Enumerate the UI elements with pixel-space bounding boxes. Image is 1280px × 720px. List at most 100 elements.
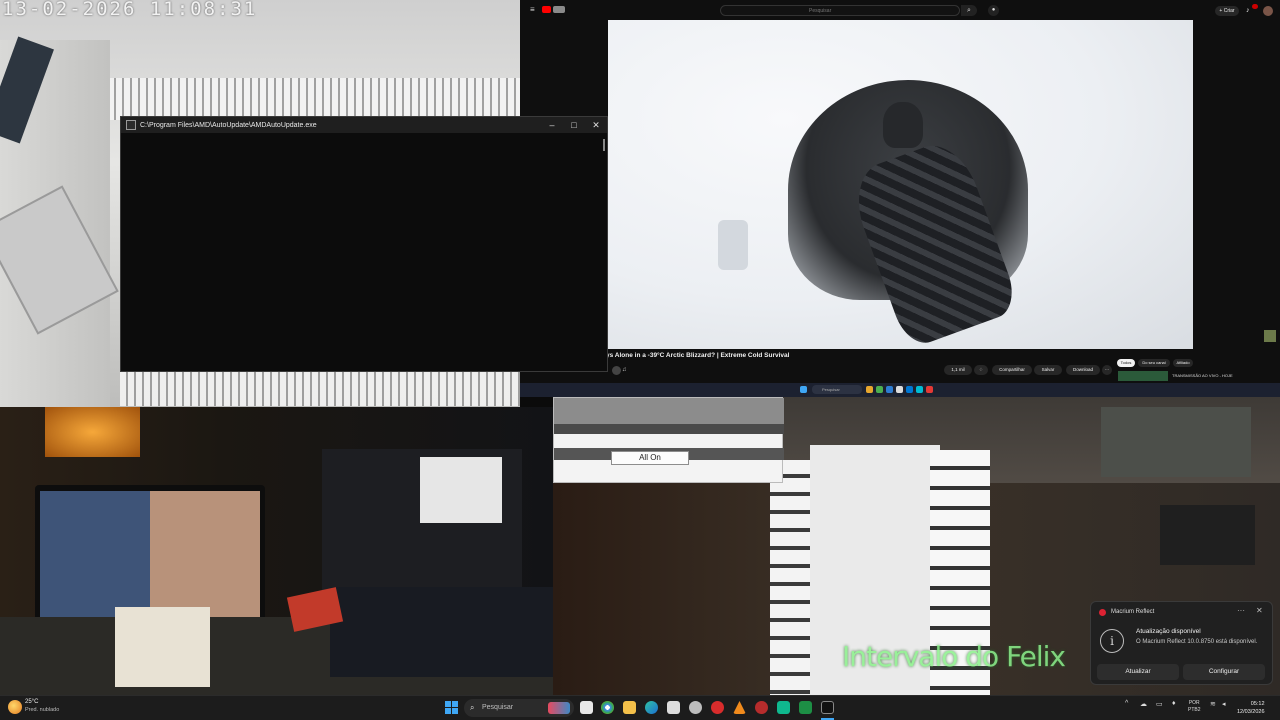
chrome-icon[interactable] [601,701,614,714]
tv-on-wall [1101,407,1251,477]
console-titlebar[interactable]: C:\Program Files\AMD\AutoUpdate\AMDAutoU… [121,117,607,133]
mini-app-icon [906,386,913,393]
taskbar-clock[interactable]: 05:12 12/03/2026 [1237,700,1265,716]
allon-bar [554,424,784,434]
video-player[interactable] [608,20,1193,349]
mini-start-icon [800,386,807,393]
youtube-window: ≡ Pesquisar ⌕ ● + Criar ♪ ys Alone in a … [520,0,1280,397]
mini-search-input: Pesquisar [812,385,862,394]
microphone-icon[interactable]: ♦ [1172,700,1176,707]
overlay-text: Intervalo do Felix [842,640,1066,673]
macrium-app-icon [1099,609,1106,616]
notification-toast[interactable]: Macrium Reflect ··· ✕ i Atualização disp… [1090,601,1273,685]
input-language[interactable]: POR PTB2 [1188,700,1201,714]
window-grille-left [770,460,810,695]
notifications-bell-icon[interactable]: ♫ [622,367,627,373]
toast-heading: Atualização disponível [1136,628,1201,635]
configure-button[interactable]: Configurar [1183,664,1265,680]
toast-close-button[interactable]: ✕ [1256,606,1263,615]
media-player-icon[interactable] [711,701,724,714]
notification-badge [1252,4,1258,9]
language-line-2: PTB2 [1188,707,1201,713]
edge-icon[interactable] [645,701,658,714]
mini-app-icon [926,386,933,393]
wifi-icon[interactable]: ≋ [1210,700,1216,708]
volume-icon[interactable]: ◂ [1222,700,1226,708]
task-view-icon[interactable] [580,701,593,714]
language-line-1: POR [1188,700,1200,706]
vlc-icon[interactable] [733,701,746,714]
corner-thumbnail [1264,330,1276,342]
share-button[interactable]: Compartilhar [992,365,1032,375]
allon-strip [554,398,784,424]
onedrive-icon[interactable]: ☁ [1140,700,1147,708]
windows-taskbar: 25°C Pred. nublado Pesquisar ⌕ ^ ☁ ▭ ♦ P… [0,695,1280,720]
camera-feed-bottom-left [0,407,553,695]
windows-start-icon[interactable] [445,701,458,714]
toast-menu-button[interactable]: ··· [1237,606,1245,615]
store-icon[interactable] [667,701,680,714]
recommended-thumbnail[interactable] [1118,371,1168,381]
terminal-icon[interactable] [777,701,790,714]
file-explorer-icon[interactable] [623,701,636,714]
excel-icon[interactable] [799,701,812,714]
console-title: C:\Program Files\AMD\AutoUpdate\AMDAutoU… [140,121,317,129]
clock-date: 12/03/2026 [1237,709,1265,715]
youtube-search-input[interactable]: Pesquisar [720,5,960,16]
channel-avatar[interactable] [612,366,621,375]
save-button[interactable]: Salvar [1034,365,1062,375]
close-button[interactable]: ✕ [585,117,607,133]
monitor-left-screen [40,491,260,619]
person-in-cave [883,102,923,148]
toast-app-name: Macrium Reflect [1111,609,1155,615]
video-title: ys Alone in a -39°C Arctic Blizzard? | E… [606,352,790,359]
dislike-button[interactable]: ♢ [974,365,988,375]
obs-icon[interactable] [755,701,768,714]
maximize-button[interactable]: □ [563,117,585,133]
like-count: 1,1 mil [951,367,965,372]
mini-app-icon [876,386,883,393]
tray-overflow-button[interactable]: ^ [1125,700,1128,707]
toast-body: O Macrium Reflect 10.0.8750 está disponí… [1136,639,1258,645]
balcony-railing-lower [120,370,520,406]
tab-icons [553,6,565,13]
minimize-button[interactable]: – [541,117,563,133]
search-icon[interactable]: ⌕ [961,5,977,16]
camera-timestamp: 13-02-2026 11:08:31 [2,0,258,20]
create-button[interactable]: + Criar [1215,6,1239,16]
balcony-railing [100,78,520,120]
search-icon: ⌕ [470,703,475,712]
allon-window: All On [553,397,784,483]
console-window[interactable]: C:\Program Files\AMD\AutoUpdate\AMDAutoU… [120,116,608,372]
search-highlight-icon[interactable] [548,702,570,714]
chip-from-channel[interactable]: Do seu canal [1138,359,1170,367]
console-app-icon[interactable] [821,701,834,714]
like-button[interactable]: 1,1 mil [944,365,972,375]
console-app-icon [126,120,136,130]
weather-temperature[interactable]: 25°C [25,699,38,705]
download-button[interactable]: Download [1066,365,1100,375]
console-scrollbar[interactable] [603,139,605,151]
network-icon[interactable]: ▭ [1156,700,1163,708]
monitor-right-screenshot [420,457,502,523]
recommended-title[interactable]: TRANSMISSÃO AO VIVO - HOJE [1172,373,1233,378]
chip-all[interactable]: Todos [1117,359,1135,367]
youtube-logo-icon[interactable] [542,6,551,13]
more-actions-button[interactable]: ··· [1102,365,1112,375]
monitor-bottom-right [330,587,553,677]
update-button[interactable]: Atualizar [1097,664,1179,680]
sun-cloud-icon[interactable] [8,700,22,714]
all-on-button[interactable]: All On [611,451,689,465]
clock-time: 05:12 [1250,701,1265,707]
avatar[interactable] [1263,6,1273,16]
calendar [115,607,210,687]
dark-monitor [1160,505,1255,565]
weather-description[interactable]: Pred. nublado [25,707,59,713]
microphone-icon[interactable]: ● [988,5,999,16]
chip-affiliate[interactable]: Afiliado [1173,359,1193,367]
menu-icon[interactable]: ≡ [530,6,535,14]
mini-app-icon [916,386,923,393]
lamp [45,407,140,457]
steam-icon[interactable] [689,701,702,714]
info-icon: i [1100,629,1124,653]
